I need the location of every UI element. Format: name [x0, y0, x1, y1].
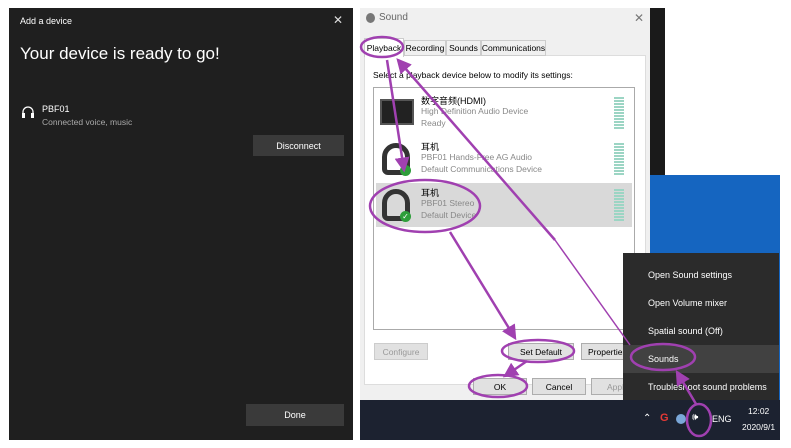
annotation-ellipse: [368, 178, 482, 234]
annotation-ellipse: [629, 342, 697, 372]
annotation-ellipse: [359, 35, 405, 59]
annotation-ellipse: [500, 338, 576, 364]
annotation-ellipse: [467, 373, 529, 399]
annotation-overlay: [359, 35, 713, 438]
annotation-ellipse: [685, 402, 713, 438]
